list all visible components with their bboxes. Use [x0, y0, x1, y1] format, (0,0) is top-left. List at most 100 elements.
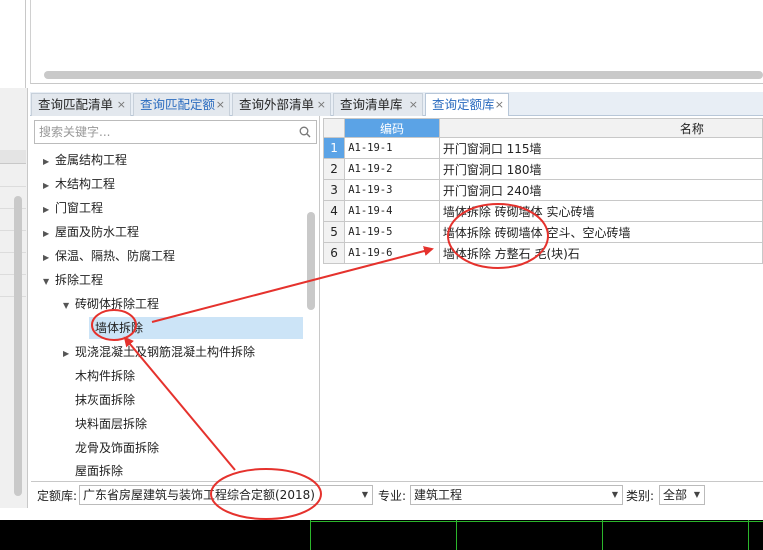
row-number[interactable]: 3 [322, 179, 346, 201]
quota-code[interactable]: A1-19-4 [344, 200, 440, 222]
caret-down-icon[interactable]: ▼ [362, 486, 368, 504]
row-number-header [322, 118, 346, 138]
caret-down-icon[interactable]: ▼ [612, 486, 618, 504]
quota-code[interactable]: A1-19-3 [344, 179, 440, 201]
major-value: 建筑工程 [414, 488, 463, 502]
status-divider [748, 520, 749, 550]
left-side-header [0, 150, 26, 164]
quota-code[interactable]: A1-19-6 [344, 242, 440, 264]
status-divider [602, 520, 603, 550]
tab-label: 查询匹配清单 [38, 97, 114, 112]
row-number[interactable]: 1 [322, 137, 346, 159]
filter-bar: 定额库: 广东省房屋建筑与装饰工程综合定额(2018) ▼ 专业: 建筑工程 ▼… [31, 481, 763, 507]
tree-item-roof-waterproof[interactable]: ▶ 屋面及防水工程 [43, 221, 139, 243]
quota-name[interactable]: 墙体拆除 砖砌墙体 实心砖墙 [438, 200, 763, 222]
table-row[interactable]: 6 A1-19-6 墙体拆除 方整石 毛(块)石 [322, 242, 763, 264]
tree-item-roof-demolition[interactable]: 屋面拆除 [75, 460, 123, 482]
tree-item-label: 木构件拆除 [75, 369, 136, 383]
quota-code[interactable]: A1-19-1 [344, 137, 440, 159]
quota-name[interactable]: 开门窗洞口 115墙 [438, 137, 763, 159]
quota-name[interactable]: 开门窗洞口 180墙 [438, 158, 763, 180]
major-select[interactable]: 建筑工程 ▼ [410, 485, 623, 505]
triangle-down-icon[interactable]: ▼ [43, 271, 55, 293]
left-side-panel [0, 88, 28, 520]
close-icon[interactable]: × [317, 94, 326, 116]
tree-item-wood-structure[interactable]: ▶ 木结构工程 [43, 173, 115, 195]
tree-item-brick-demolition[interactable]: ▼ 砖砌体拆除工程 [63, 293, 159, 315]
column-header-name[interactable]: 名称 [438, 118, 763, 138]
tree-item-keel-finish[interactable]: 龙骨及饰面拆除 [75, 437, 159, 459]
tree-item-label: 墙体拆除 [95, 321, 144, 335]
table-row[interactable]: 2 A1-19-2 开门窗洞口 180墙 [322, 158, 763, 180]
close-icon[interactable]: × [495, 94, 504, 116]
horizontal-scrollbar[interactable] [44, 71, 763, 79]
triangle-right-icon[interactable]: ▶ [43, 175, 55, 197]
row-number[interactable]: 6 [322, 242, 346, 264]
tab-label: 查询定额库 [432, 97, 495, 112]
column-header-code[interactable]: 编码 [344, 118, 440, 138]
tree-item-label: 金属结构工程 [55, 153, 128, 167]
tree-item-insulation[interactable]: ▶ 保温、隔热、防腐工程 [43, 245, 175, 267]
triangle-right-icon[interactable]: ▶ [43, 151, 55, 173]
quota-name[interactable]: 墙体拆除 砖砌墙体 空斗、空心砖墙 [438, 221, 763, 243]
left-vertical-scrollbar[interactable] [14, 196, 22, 496]
close-icon[interactable]: × [117, 94, 126, 116]
table-row[interactable]: 5 A1-19-5 墙体拆除 砖砌墙体 空斗、空心砖墙 [322, 221, 763, 243]
tab-query-external-list[interactable]: 查询外部清单 × [232, 93, 331, 116]
tab-label: 查询清单库 [340, 97, 403, 112]
tree-item-label: 屋面及防水工程 [55, 225, 140, 239]
tree-item-wood-component[interactable]: 木构件拆除 [75, 365, 135, 387]
close-icon[interactable]: × [216, 94, 225, 116]
major-label: 专业: [378, 489, 407, 503]
quota-name[interactable]: 墙体拆除 方整石 毛(块)石 [438, 242, 763, 264]
tab-query-match-quota[interactable]: 查询匹配定额 × [133, 93, 230, 116]
tree-item-metal-structure[interactable]: ▶ 金属结构工程 [43, 149, 127, 171]
tab-query-list-library[interactable]: 查询清单库 × [333, 93, 423, 116]
quota-library-label: 定额库: [37, 489, 78, 503]
tree-item-label: 屋面拆除 [75, 464, 124, 478]
triangle-right-icon[interactable]: ▶ [43, 247, 55, 269]
tree-item-demolition[interactable]: ▼ 拆除工程 [43, 269, 103, 291]
search-input[interactable] [35, 121, 285, 143]
lower-strip [0, 508, 763, 520]
quota-code[interactable]: A1-19-2 [344, 158, 440, 180]
search-icon[interactable] [299, 126, 311, 138]
tree-item-wall-demolition[interactable]: 墙体拆除 [89, 317, 303, 339]
close-icon[interactable]: × [409, 94, 418, 116]
tree-item-label: 龙骨及饰面拆除 [75, 441, 160, 455]
status-divider [310, 521, 763, 522]
triangle-down-icon[interactable]: ▼ [63, 295, 75, 317]
row-number[interactable]: 4 [322, 200, 346, 222]
quota-code[interactable]: A1-19-5 [344, 221, 440, 243]
tree-vertical-scrollbar[interactable] [307, 212, 315, 310]
table-row[interactable]: 4 A1-19-4 墙体拆除 砖砌墙体 实心砖墙 [322, 200, 763, 222]
tab-query-match-list[interactable]: 查询匹配清单 × [31, 93, 131, 116]
quota-name[interactable]: 开门窗洞口 240墙 [438, 179, 763, 201]
triangle-right-icon[interactable]: ▶ [43, 199, 55, 221]
row-number[interactable]: 2 [322, 158, 346, 180]
top-left-panel [0, 0, 26, 88]
tree-item-doors-windows[interactable]: ▶ 门窗工程 [43, 197, 103, 219]
tree-item-label: 木结构工程 [55, 177, 116, 191]
table-row[interactable]: 1 A1-19-1 开门窗洞口 115墙 [322, 137, 763, 159]
tree-item-label: 保温、隔热、防腐工程 [55, 249, 176, 263]
caret-down-icon[interactable]: ▼ [694, 486, 700, 504]
tree-item-tile-layer[interactable]: 块料面层拆除 [75, 413, 147, 435]
triangle-right-icon[interactable]: ▶ [43, 223, 55, 245]
type-select[interactable]: 全部 ▼ [659, 485, 705, 505]
row-number[interactable]: 5 [322, 221, 346, 243]
tree-item-label: 门窗工程 [55, 201, 104, 215]
quota-tree-pane: ▶金属结构工程 ▶木结构工程 ▶门窗工程 ▶屋面及防水工程 ▶保温、隔热、防腐工… [31, 116, 320, 481]
quota-library-value: 广东省房屋建筑与装饰工程综合定额(2018) [83, 488, 315, 502]
triangle-right-icon[interactable]: ▶ [63, 343, 75, 365]
table-row[interactable]: 3 A1-19-3 开门窗洞口 240墙 [322, 179, 763, 201]
type-label: 类别: [626, 489, 655, 503]
divider [0, 274, 26, 275]
quota-grid-pane: 编码 名称 1 A1-19-1 开门窗洞口 115墙 2 A1-19-2 开门窗… [322, 116, 763, 481]
divider [0, 208, 26, 209]
quota-library-select[interactable]: 广东省房屋建筑与装饰工程综合定额(2018) ▼ [79, 485, 373, 505]
tree-item-concrete-demolition[interactable]: ▶ 现浇混凝土及钢筋混凝土构件拆除 [63, 341, 255, 363]
tree-item-plaster[interactable]: 抹灰面拆除 [75, 389, 135, 411]
tab-query-quota-library[interactable]: 查询定额库 × [425, 93, 509, 117]
divider [0, 296, 26, 297]
